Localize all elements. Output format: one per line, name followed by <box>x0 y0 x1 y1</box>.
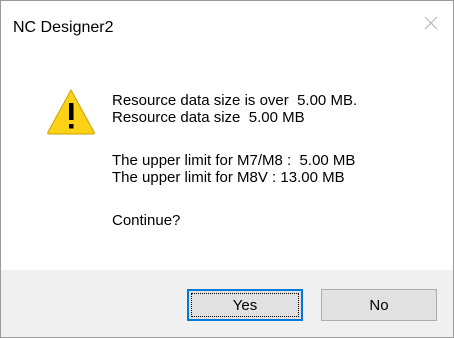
no-button[interactable]: No <box>321 289 437 321</box>
message-dialog: NC Designer2 Resource data size is over … <box>0 0 454 338</box>
message-line-limit-m8v: The upper limit for M8V : 13.00 MB <box>112 169 345 186</box>
close-icon <box>424 16 438 30</box>
message-line-size-over: Resource data size is over 5.00 MB. <box>112 92 358 109</box>
title-bar[interactable]: NC Designer2 <box>1 1 453 63</box>
yes-button[interactable]: Yes <box>187 289 303 321</box>
window-title: NC Designer2 <box>13 19 114 36</box>
close-button[interactable] <box>409 1 453 45</box>
warning-icon <box>47 88 95 135</box>
focus-rectangle <box>191 293 299 317</box>
message-line-size: Resource data size 5.00 MB <box>112 109 305 126</box>
message-line-continue: Continue? <box>112 212 181 229</box>
message-line-limit-m7-m8: The upper limit for M7/M8 : 5.00 MB <box>112 152 356 169</box>
no-button-label: No <box>369 296 389 314</box>
